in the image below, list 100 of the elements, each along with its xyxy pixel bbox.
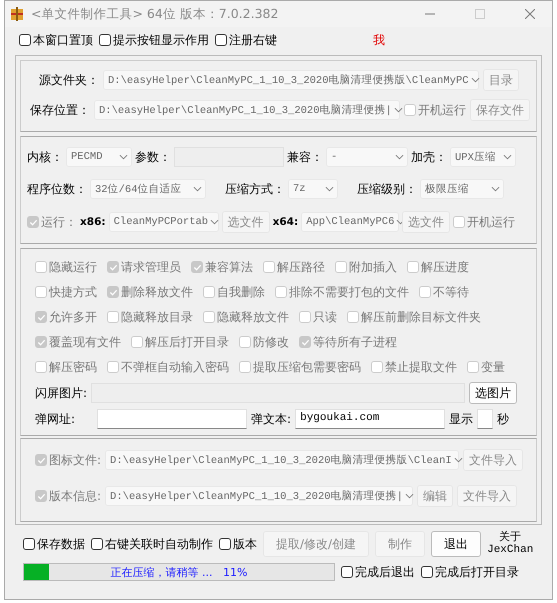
progress-text: 正在压缩，请稍等 ... 11% [110, 564, 248, 580]
field-label: 源文件夹： [38, 72, 99, 88]
checkbox-option[interactable]: 隐藏运行 [35, 258, 97, 276]
checkbox-option[interactable]: 解压后打开目录 [131, 334, 229, 350]
app-icon [9, 6, 25, 22]
choose-file-button[interactable]: 选文件 [222, 211, 270, 233]
about-link[interactable]: 关于 [499, 532, 522, 544]
checkbox-option[interactable]: 解压前删除目标文件夹 [347, 308, 481, 326]
seconds-field[interactable] [477, 409, 494, 429]
field-label: 加壳： [411, 148, 447, 166]
chevron-down-icon [503, 154, 512, 160]
chevron-down-icon [193, 186, 202, 192]
checkbox-option[interactable]: 完成后退出 [341, 564, 415, 580]
file-path-dropdown[interactable]: D:\easyHelper\CleanMyPC_1_10_3_2020电脑清理便携版\CleanI [105, 450, 460, 470]
checkbox-option[interactable]: 开机运行 [453, 214, 516, 230]
field-label: 参数： [135, 148, 171, 166]
checkbox-option[interactable]: 运行： [27, 214, 77, 230]
annotation-text: 我 [373, 32, 385, 48]
field-label: 程序位数： [27, 180, 87, 198]
checkbox-option[interactable]: 兼容算法 [191, 258, 253, 276]
checkbox-option[interactable]: 解压路径 [263, 258, 325, 276]
chevron-down-icon [325, 186, 334, 192]
compat-dropdown[interactable]: - [326, 147, 408, 167]
popup-text-field[interactable]: bygoukai.com [295, 409, 446, 429]
checkbox-option[interactable]: 解压进度 [407, 258, 469, 276]
checkbox-option[interactable]: 本窗口置顶 [19, 32, 93, 48]
field-label: x86: [80, 216, 106, 228]
level-dropdown[interactable]: 极限压缩 [420, 179, 504, 199]
about-link[interactable]: JexChan [487, 544, 534, 556]
checkbox-option[interactable]: 自我删除 [203, 284, 265, 300]
checkbox-option[interactable]: 隐藏释放目录 [107, 308, 193, 326]
field-label: 弹网址: [35, 410, 76, 428]
field-label: 弹文本: [251, 410, 292, 428]
checkmark-icon [108, 262, 118, 272]
choose-file-button[interactable]: 选文件 [402, 211, 450, 233]
checkbox-option[interactable]: 只读 [299, 308, 337, 326]
checkbox-option[interactable]: 覆盖现有文件 [35, 334, 121, 350]
checkbox-option[interactable]: 附加插入 [335, 258, 397, 276]
checkbox-option[interactable]: 版本 [219, 536, 257, 552]
checkbox-option[interactable]: 保存数据 [23, 536, 85, 552]
method-dropdown[interactable]: 7z [288, 179, 338, 199]
import-button[interactable]: 编辑 [417, 485, 454, 507]
field-label: 闪屏图片: [35, 384, 88, 402]
checkbox-option[interactable]: 禁止提取文件 [371, 358, 457, 376]
checkbox-option[interactable]: 删除释放文件 [107, 284, 193, 300]
close-icon[interactable] [525, 9, 535, 19]
checkmark-icon [36, 456, 46, 464]
checkbox-option[interactable]: 允许多开 [35, 308, 97, 326]
checkbox-option[interactable]: 注册右键 [215, 32, 277, 48]
field-label: 压缩方式： [225, 180, 285, 198]
import-button[interactable]: 文件导入 [457, 485, 518, 507]
packer-dropdown[interactable]: UPX压缩 [450, 147, 516, 167]
checkbox-option[interactable]: 请求管理员 [107, 258, 181, 276]
save-file-button[interactable]: 保存文件 [470, 99, 530, 121]
kernel-dropdown[interactable]: PECMD [66, 147, 132, 167]
checkbox-option[interactable]: 不弹框自动输入密码 [107, 358, 229, 376]
field-label: 兼容： [287, 148, 323, 166]
field-label: x64: [272, 216, 298, 228]
checkbox-option[interactable]: 变量 [467, 358, 505, 376]
field-label: 显示 [449, 410, 474, 428]
checkbox-option[interactable]: 开机运行 [404, 102, 466, 118]
file-path-dropdown[interactable]: D:\easyHelper\CleanMyPC_1_10_3_2020电脑清理便携| [105, 486, 414, 506]
checkmark-icon [108, 288, 118, 296]
url-field[interactable] [97, 409, 248, 429]
checkbox-option[interactable]: 完成后打开目录 [421, 564, 519, 580]
chevron-down-icon [119, 154, 128, 160]
checkbox-option[interactable]: 提示按钮显示作用 [99, 32, 209, 48]
action-button[interactable]: 退出 [431, 531, 482, 557]
chevron-down-icon [395, 154, 404, 160]
field-label: 秒 [497, 410, 510, 428]
source-folder-dropdown[interactable]: D:\easyHelper\CleanMyPC_1_10_3_2020电脑清理便携版\CleanMyPC [103, 70, 479, 90]
field-label: 内核： [27, 148, 63, 166]
checkbox-option[interactable]: 等待所有子进程 [299, 334, 397, 350]
import-button[interactable]: 文件导入 [463, 449, 524, 471]
bitness-dropdown[interactable]: 32位/64位自适应 [90, 179, 206, 199]
chevron-down-icon [454, 457, 463, 463]
checkmark-icon [300, 338, 310, 346]
checkbox-option[interactable]: 防修改 [239, 334, 289, 350]
chevron-down-icon [491, 186, 500, 192]
x64-dropdown[interactable]: App\CleanMyPC6 [301, 212, 400, 232]
checkmark-icon [36, 312, 46, 322]
checkbox-option[interactable]: 图标文件: [35, 452, 102, 468]
checkbox-option[interactable]: 不等待 [419, 284, 469, 300]
field-label: 压缩级别： [357, 180, 417, 198]
field-label: 保存位置： [29, 102, 90, 118]
checkbox-option[interactable]: 快捷方式 [35, 284, 97, 300]
chevron-down-icon [394, 107, 403, 113]
window-title: <单文件制作工具> 64位 版本：7.0.2.382 [31, 6, 278, 22]
checkbox-option[interactable]: 版本信息: [35, 488, 102, 504]
chevron-down-icon [210, 219, 220, 225]
checkbox-option[interactable]: 解压密码 [35, 358, 97, 376]
directory-button[interactable]: 目录 [483, 69, 519, 91]
checkbox-option[interactable]: 排除不需要打包的文件 [275, 284, 409, 300]
checkbox-option[interactable]: 右键关联时自动制作 [91, 536, 213, 552]
checkbox-option[interactable]: 提取压缩包需要密码 [239, 358, 361, 376]
checkbox-option[interactable]: 隐藏释放文件 [203, 308, 289, 326]
x86-dropdown[interactable]: CleanMyPCPortab [108, 212, 219, 232]
checkmark-icon [192, 262, 202, 272]
save-location-dropdown[interactable]: D:\easyHelper\CleanMyPC_1_10_3_2020电脑清理便携| [94, 100, 400, 120]
choose-image-button[interactable]: 选图片 [469, 382, 518, 404]
